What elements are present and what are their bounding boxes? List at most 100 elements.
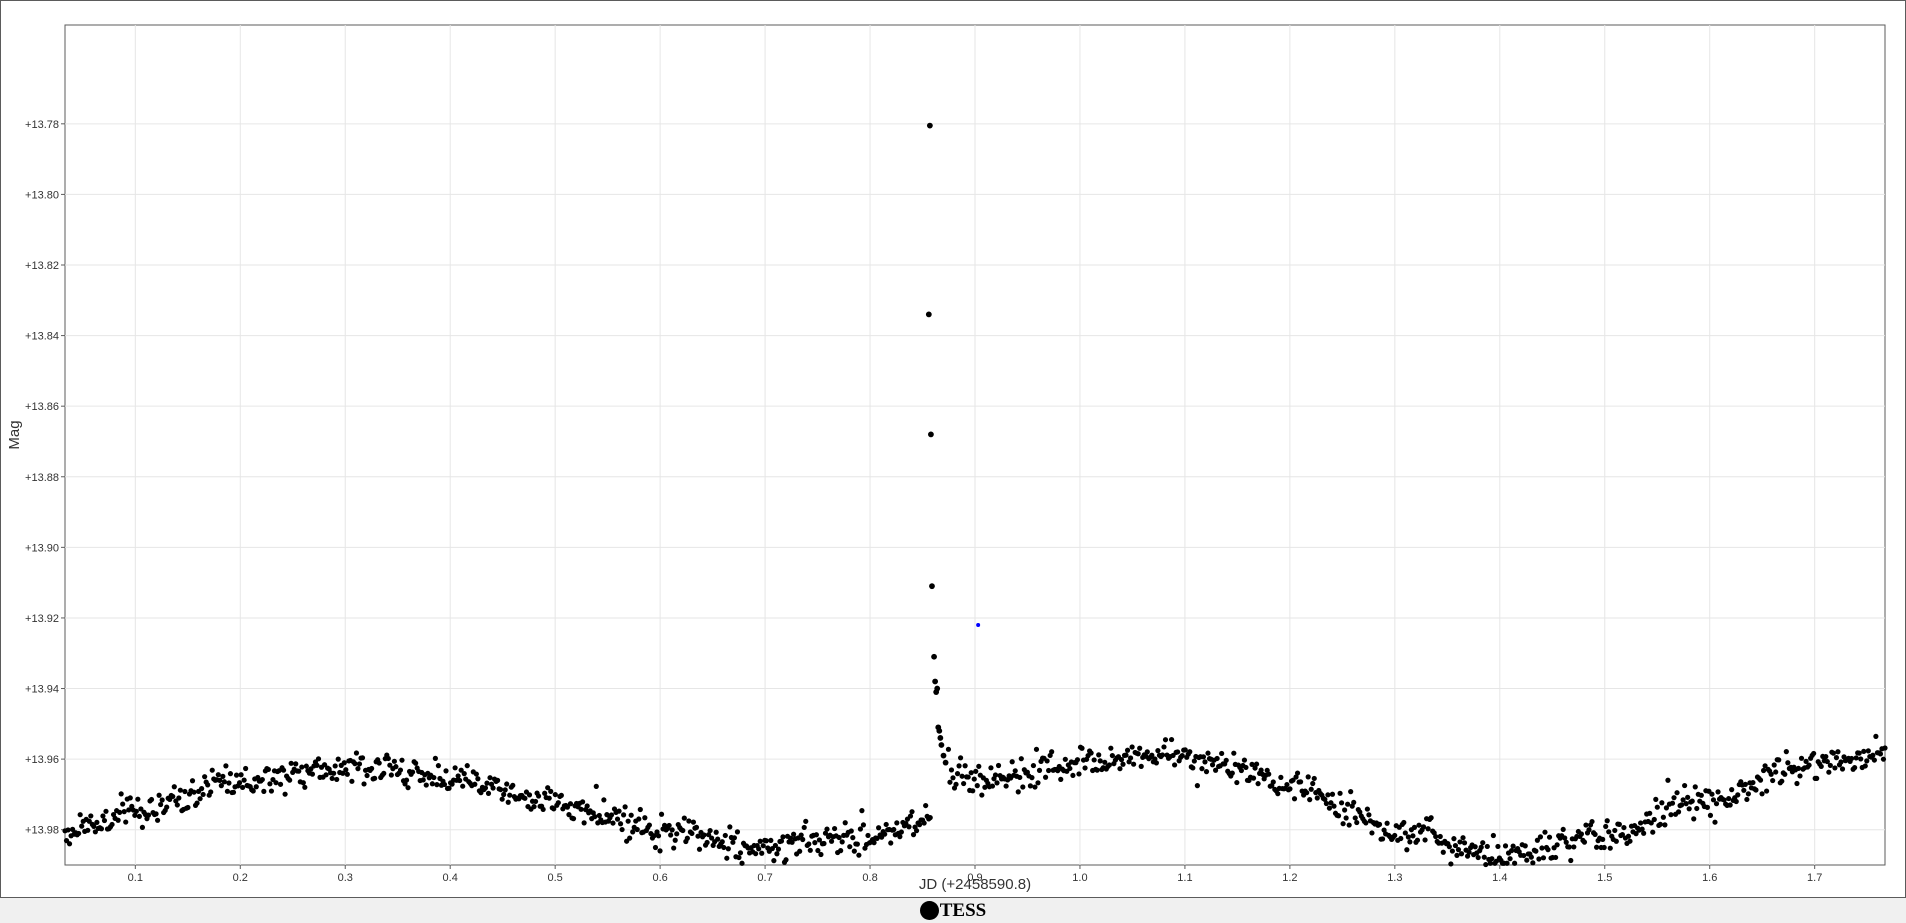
y-tick-label: +13.84 bbox=[25, 331, 59, 343]
data-point bbox=[888, 840, 894, 846]
data-point bbox=[570, 816, 577, 822]
data-point bbox=[329, 775, 335, 782]
data-point bbox=[355, 766, 361, 772]
data-point bbox=[1768, 771, 1774, 777]
data-point bbox=[484, 780, 490, 786]
data-point bbox=[818, 851, 824, 858]
data-point bbox=[1539, 845, 1545, 851]
data-point bbox=[1307, 797, 1313, 803]
data-point bbox=[1159, 752, 1166, 758]
data-point bbox=[372, 775, 378, 781]
data-point bbox=[1713, 801, 1720, 807]
data-point bbox=[1707, 812, 1714, 819]
data-point bbox=[504, 781, 510, 787]
data-point bbox=[189, 778, 196, 784]
data-point bbox=[1407, 839, 1413, 845]
data-point bbox=[1384, 820, 1390, 826]
legend-item-tess[interactable]: TESS bbox=[919, 900, 986, 922]
data-point bbox=[1410, 833, 1416, 839]
data-point bbox=[696, 846, 703, 852]
data-point bbox=[824, 826, 830, 832]
data-point bbox=[1405, 834, 1411, 840]
data-point bbox=[724, 855, 730, 861]
data-point bbox=[1504, 860, 1510, 866]
data-point bbox=[1830, 750, 1836, 756]
data-point bbox=[1446, 844, 1452, 850]
data-point bbox=[681, 815, 687, 821]
data-point bbox=[936, 727, 943, 734]
data-point bbox=[1861, 748, 1867, 754]
data-point bbox=[475, 776, 481, 782]
data-point bbox=[567, 801, 574, 807]
data-point bbox=[842, 820, 848, 826]
x-tick-label: 1.6 bbox=[1702, 872, 1717, 884]
data-point bbox=[221, 779, 227, 785]
data-point bbox=[1616, 821, 1622, 827]
data-point bbox=[1490, 832, 1496, 839]
data-point bbox=[1335, 813, 1342, 819]
data-point bbox=[1219, 750, 1225, 757]
data-point bbox=[1853, 755, 1859, 761]
data-point bbox=[1009, 759, 1015, 765]
data-point bbox=[1044, 758, 1050, 764]
data-point bbox=[1338, 800, 1345, 806]
data-point bbox=[76, 830, 82, 837]
data-point bbox=[865, 832, 871, 839]
data-point bbox=[965, 774, 971, 780]
y-tick-label: +13.86 bbox=[25, 401, 59, 413]
data-point bbox=[1818, 763, 1824, 770]
data-point bbox=[1832, 765, 1838, 771]
data-point bbox=[410, 769, 416, 775]
data-point bbox=[1522, 843, 1528, 849]
data-point bbox=[267, 781, 273, 787]
data-point bbox=[1553, 854, 1559, 861]
data-point bbox=[898, 829, 904, 835]
data-point bbox=[642, 815, 648, 821]
data-point bbox=[1704, 804, 1710, 810]
data-point bbox=[1454, 852, 1460, 858]
data-point bbox=[1118, 757, 1125, 763]
data-point bbox=[1554, 842, 1560, 848]
data-point bbox=[495, 777, 501, 783]
data-point bbox=[1651, 816, 1657, 823]
data-point bbox=[1270, 779, 1276, 785]
data-point bbox=[1481, 854, 1487, 860]
data-point bbox=[1489, 856, 1495, 862]
data-point bbox=[1882, 745, 1888, 751]
data-point bbox=[791, 831, 797, 837]
data-point bbox=[153, 811, 159, 817]
data-point bbox=[1650, 829, 1656, 835]
data-point bbox=[1032, 784, 1038, 790]
data-point bbox=[625, 818, 631, 824]
data-point bbox=[1135, 751, 1141, 757]
data-point bbox=[1770, 777, 1776, 784]
data-point bbox=[1835, 749, 1841, 755]
data-point bbox=[1839, 766, 1846, 772]
data-point bbox=[1524, 857, 1530, 863]
data-point bbox=[839, 839, 845, 845]
data-point bbox=[1033, 746, 1040, 752]
data-point bbox=[961, 780, 967, 787]
data-point bbox=[1593, 844, 1600, 850]
y-tick-label: +13.90 bbox=[25, 542, 59, 554]
data-point bbox=[1346, 822, 1352, 828]
data-point bbox=[482, 785, 489, 791]
data-point bbox=[202, 774, 208, 780]
data-point bbox=[1540, 855, 1547, 861]
data-point bbox=[622, 804, 628, 810]
data-point bbox=[223, 763, 229, 769]
data-point bbox=[485, 790, 492, 796]
data-point bbox=[722, 832, 728, 839]
data-point bbox=[238, 772, 244, 778]
data-point bbox=[932, 678, 939, 685]
data-point bbox=[838, 848, 844, 854]
data-point bbox=[976, 623, 981, 627]
data-point bbox=[182, 788, 188, 795]
data-point bbox=[287, 777, 293, 783]
data-point bbox=[77, 812, 83, 818]
data-point bbox=[1537, 834, 1544, 840]
data-point bbox=[1660, 814, 1666, 820]
data-point bbox=[156, 792, 162, 798]
data-point bbox=[727, 824, 733, 830]
data-point bbox=[240, 784, 246, 791]
